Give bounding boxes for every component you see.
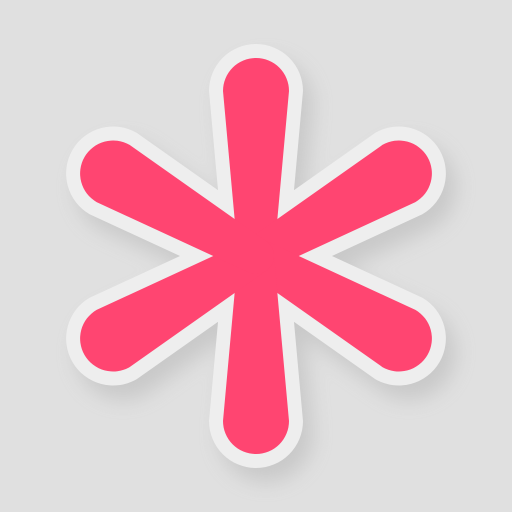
app-icon-canvas — [0, 0, 512, 512]
asterisk-icon — [66, 44, 456, 482]
